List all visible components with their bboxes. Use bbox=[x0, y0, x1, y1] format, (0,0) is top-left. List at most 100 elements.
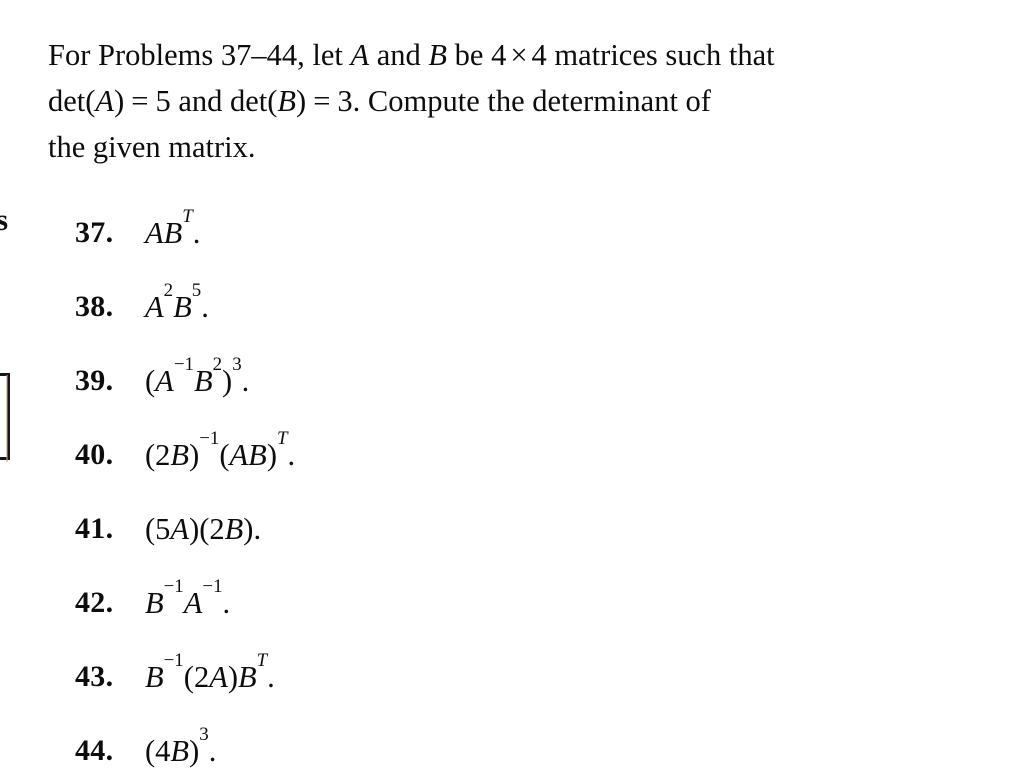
paren: ) bbox=[227, 660, 238, 694]
problem-item: 37. ABT. bbox=[0, 196, 1024, 270]
instructions-text: 4 matrices such that bbox=[531, 38, 775, 72]
paren: ) bbox=[189, 734, 200, 768]
matrix-variable: B bbox=[193, 364, 213, 398]
problem-item: 41. (5A)(2B). bbox=[0, 492, 1024, 566]
matrix-variable-b: B bbox=[428, 38, 448, 72]
period: . bbox=[222, 586, 231, 620]
matrix-variable-a: A bbox=[350, 38, 370, 72]
matrix-variable: B bbox=[145, 660, 164, 694]
matrix-variable: B bbox=[238, 660, 257, 694]
period: . bbox=[287, 438, 296, 472]
matrix-variable: B bbox=[224, 512, 244, 546]
problem-expression: A2B5. bbox=[145, 270, 209, 344]
equals-operator: = bbox=[313, 84, 331, 118]
problem-number: 37. bbox=[75, 216, 114, 249]
problem-number: 41. bbox=[75, 512, 114, 545]
instructions-line-1: For Problems 37–44, let A and B be 4 × 4 m… bbox=[48, 32, 953, 78]
paren: ) bbox=[266, 438, 277, 472]
instructions-text: Compute the determinant of bbox=[367, 84, 711, 118]
paren: ( bbox=[145, 438, 156, 472]
period: . bbox=[208, 734, 217, 768]
paren: ( bbox=[183, 660, 194, 694]
scalar: 2 bbox=[155, 438, 171, 472]
exponent: 5 bbox=[191, 280, 202, 302]
instructions-line-2: det(A) = 5 and det(B) = 3. Compute the deter… bbox=[48, 78, 953, 124]
period: . bbox=[201, 290, 209, 324]
exponent: T bbox=[276, 428, 288, 450]
period: . bbox=[253, 512, 262, 546]
exponent: −1 bbox=[202, 576, 223, 598]
instructions-line-3: the given matrix. bbox=[48, 130, 256, 164]
matrix-variable: A bbox=[229, 438, 249, 472]
exponent: T bbox=[256, 650, 268, 672]
scalar: 5 bbox=[155, 512, 171, 546]
problem-expression: (2B)−1(AB)T. bbox=[145, 418, 295, 492]
det-function-a: det( bbox=[48, 84, 96, 118]
matrix-variable: B bbox=[248, 438, 267, 472]
paren: ) bbox=[189, 512, 200, 546]
matrix-variable: A bbox=[209, 660, 228, 694]
paren: ( bbox=[145, 512, 156, 546]
matrix-variable: B bbox=[170, 734, 190, 768]
matrix-variable: B bbox=[170, 438, 190, 472]
exponent: 3 bbox=[199, 724, 209, 746]
det-close-b: ) bbox=[296, 84, 307, 118]
scalar: 4 bbox=[155, 734, 171, 768]
times-operator: × bbox=[510, 38, 528, 72]
problem-number: 44. bbox=[75, 734, 114, 767]
instructions-text: For Problems 37–44, let bbox=[48, 38, 343, 72]
problem-number: 40. bbox=[75, 438, 114, 471]
textbook-page: s For Problems 37–44, let A and B be 4 × 4… bbox=[0, 0, 1024, 782]
matrix-variable: A bbox=[145, 290, 164, 324]
equals-operator: = bbox=[131, 84, 149, 118]
scalar: 2 bbox=[193, 660, 210, 694]
paren: ) bbox=[222, 364, 233, 398]
det-value-a: 5 bbox=[155, 84, 171, 118]
problem-expression: ABT. bbox=[145, 196, 200, 270]
matrix-variable: B bbox=[163, 216, 183, 250]
period: . bbox=[241, 364, 250, 398]
det-value-b: 3. bbox=[337, 84, 361, 118]
exponent: 2 bbox=[163, 280, 174, 302]
matrix-variable: B bbox=[173, 290, 192, 324]
problem-item: 43. B−1(2A)BT. bbox=[0, 640, 1024, 714]
problem-expression: B−1A−1. bbox=[145, 566, 230, 640]
problem-expression: (4B)3. bbox=[145, 714, 216, 782]
paren: ( bbox=[145, 364, 156, 398]
paren: ( bbox=[145, 734, 156, 768]
exponent: T bbox=[182, 206, 193, 228]
problem-number: 39. bbox=[75, 364, 114, 397]
problem-item: 44. (4B)3. bbox=[0, 714, 1024, 782]
instructions-text: be 4 bbox=[454, 38, 507, 72]
exponent: 3 bbox=[232, 354, 242, 376]
problem-expression: (A−1B2)3. bbox=[145, 344, 249, 418]
problem-list: 37. ABT. 38. A2B5. 39. (A−1B2)3. 40. (2B)−1(AB)… bbox=[0, 196, 1024, 782]
problem-expression: B−1(2A)BT. bbox=[145, 640, 275, 714]
matrix-variable: A bbox=[145, 216, 164, 250]
exponent: −1 bbox=[199, 428, 220, 450]
problem-item: 39. (A−1B2)3. bbox=[0, 344, 1024, 418]
problem-number: 42. bbox=[75, 586, 114, 619]
paren: ) bbox=[243, 512, 254, 546]
problem-number: 43. bbox=[75, 660, 114, 693]
paren: ) bbox=[189, 438, 200, 472]
exponent: −1 bbox=[173, 354, 194, 376]
problem-item: 40. (2B)−1(AB)T. bbox=[0, 418, 1024, 492]
det-arg-a: A bbox=[95, 84, 115, 118]
problem-expression: (5A)(2B). bbox=[145, 492, 261, 566]
exponent: −1 bbox=[163, 576, 184, 598]
problem-number: 38. bbox=[75, 290, 114, 323]
matrix-variable: A bbox=[170, 512, 190, 546]
problem-item: 42. B−1A−1. bbox=[0, 566, 1024, 640]
exponent: −1 bbox=[163, 650, 184, 672]
exponent: 2 bbox=[212, 354, 223, 376]
det-close-a: ) bbox=[114, 84, 125, 118]
det-function-b: det( bbox=[229, 84, 278, 118]
scalar: 2 bbox=[209, 512, 225, 546]
period: . bbox=[267, 660, 275, 694]
instructions-text: and bbox=[178, 84, 223, 118]
instructions-paragraph: For Problems 37–44, let A and B be 4 × 4 m… bbox=[48, 32, 953, 170]
det-arg-b: B bbox=[277, 84, 297, 118]
paren: ( bbox=[199, 512, 210, 546]
matrix-variable: A bbox=[155, 364, 174, 398]
